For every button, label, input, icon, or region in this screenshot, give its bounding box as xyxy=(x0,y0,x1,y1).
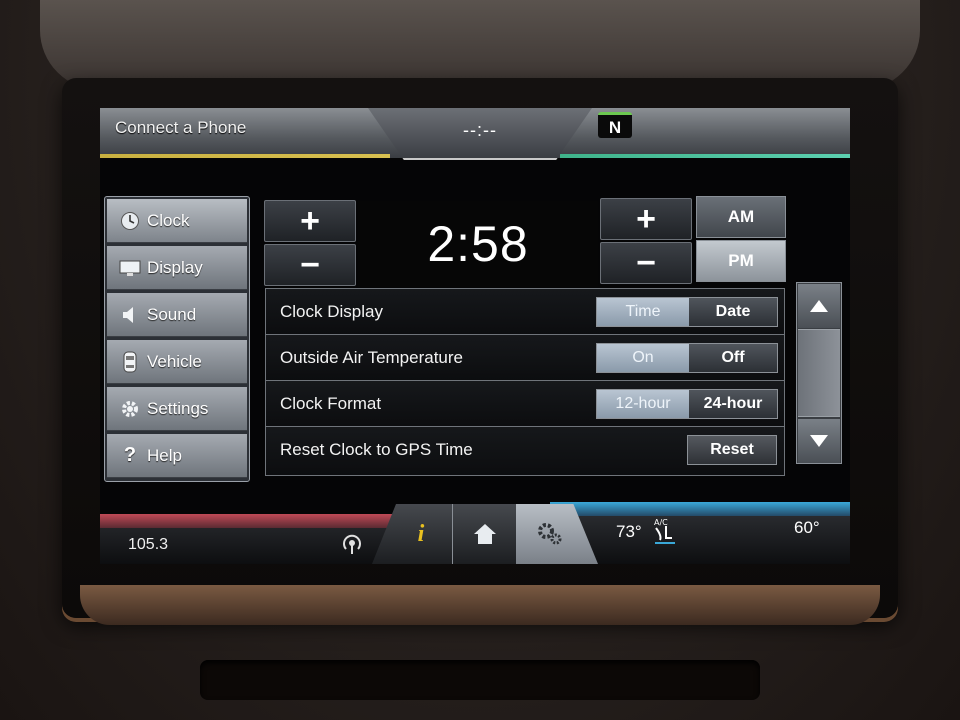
radio-signal-icon xyxy=(340,532,364,556)
vehicle-icon xyxy=(119,351,141,373)
outside-temperature: 73° xyxy=(616,522,642,541)
menu-item-label: Vehicle xyxy=(147,351,202,371)
pm-button[interactable]: PM xyxy=(696,240,786,282)
menu-item-clock[interactable]: Clock xyxy=(107,199,247,243)
option-date[interactable]: Date xyxy=(689,298,777,326)
menu-item-label: Display xyxy=(147,257,203,277)
minute-plus-button[interactable]: + xyxy=(600,198,692,240)
storage-slot xyxy=(200,660,760,700)
setting-row-reset-gps: Reset Clock to GPS Time Reset xyxy=(266,427,784,475)
scroll-thumb[interactable] xyxy=(798,329,840,417)
scroll-down-button[interactable] xyxy=(798,419,840,463)
top-clock-text: --:-- xyxy=(463,120,497,140)
menu-item-label: Clock xyxy=(147,210,190,230)
ac-icon[interactable]: A/C xyxy=(652,516,678,546)
setting-row-outside-air-temp: Outside Air Temperature On Off xyxy=(266,335,784,381)
dashboard-hood xyxy=(40,0,920,90)
option-on[interactable]: On xyxy=(597,344,689,372)
settings-menu: Clock Display Sound Vehicle Settings ? H… xyxy=(104,196,250,482)
triangle-down-icon xyxy=(810,435,828,447)
option-time[interactable]: Time xyxy=(597,298,689,326)
menu-item-sound[interactable]: Sound xyxy=(107,293,247,337)
connect-phone-button[interactable]: Connect a Phone xyxy=(115,118,246,138)
settings-scrollbar[interactable] xyxy=(796,282,842,464)
bottom-bar-accent-right xyxy=(550,502,850,516)
triangle-up-icon xyxy=(810,300,828,312)
clock-time-display: 2:58 xyxy=(358,201,598,287)
option-24-hour[interactable]: 24-hour xyxy=(689,390,777,418)
option-12-hour[interactable]: 12-hour xyxy=(597,390,689,418)
info-icon: i xyxy=(417,520,425,547)
clock-icon xyxy=(119,210,141,232)
setting-row-clock-display: Clock Display Time Date xyxy=(266,289,784,335)
radio-frequency[interactable]: 105.3 xyxy=(128,536,168,554)
top-clock-tab: --:-- xyxy=(368,108,592,160)
reset-button[interactable]: Reset xyxy=(687,435,777,465)
option-off[interactable]: Off xyxy=(689,344,777,372)
menu-item-help[interactable]: ? Help xyxy=(107,434,247,478)
setting-label: Outside Air Temperature xyxy=(280,348,463,367)
bottom-bar-accent-left xyxy=(100,514,400,528)
cabin-temperature: 60° xyxy=(794,518,820,537)
menu-item-display[interactable]: Display xyxy=(107,246,247,290)
bezel-lower-lip xyxy=(80,585,880,625)
hour-plus-button[interactable]: + xyxy=(264,200,356,242)
scroll-up-button[interactable] xyxy=(798,284,840,328)
setting-label: Clock Display xyxy=(280,302,383,321)
menu-item-label: Sound xyxy=(147,304,197,324)
outside-temp-toggle: On Off xyxy=(596,343,778,373)
top-bar-accent-right xyxy=(560,154,850,158)
menu-item-label: Help xyxy=(147,445,182,465)
hour-minus-button[interactable]: − xyxy=(264,244,356,286)
minute-minus-button[interactable]: − xyxy=(600,242,692,284)
setting-label: Reset Clock to GPS Time xyxy=(280,440,473,459)
compass-heading: N xyxy=(598,112,632,138)
clock-format-toggle: 12-hour 24-hour xyxy=(596,389,778,419)
speaker-icon xyxy=(119,304,141,326)
ac-label: A/C xyxy=(654,518,668,527)
setting-row-clock-format: Clock Format 12-hour 24-hour xyxy=(266,381,784,427)
top-bar-accent-left xyxy=(100,154,390,158)
menu-item-vehicle[interactable]: Vehicle xyxy=(107,340,247,384)
gears-icon xyxy=(538,523,562,545)
infotainment-screen: Connect a Phone --:-- N Clock Display So… xyxy=(100,108,850,564)
tab-home[interactable] xyxy=(452,504,516,564)
home-icon xyxy=(473,524,496,544)
am-button[interactable]: AM xyxy=(696,196,786,238)
setting-label: Clock Format xyxy=(280,394,382,413)
menu-item-settings[interactable]: Settings xyxy=(107,387,247,431)
clock-settings-list: Clock Display Time Date Outside Air Temp… xyxy=(265,288,785,476)
menu-item-label: Settings xyxy=(147,398,209,418)
display-icon xyxy=(119,257,141,279)
clock-display-toggle: Time Date xyxy=(596,297,778,327)
tab-information[interactable]: i xyxy=(372,504,452,564)
question-icon: ? xyxy=(123,444,137,466)
gear-icon xyxy=(119,398,141,420)
